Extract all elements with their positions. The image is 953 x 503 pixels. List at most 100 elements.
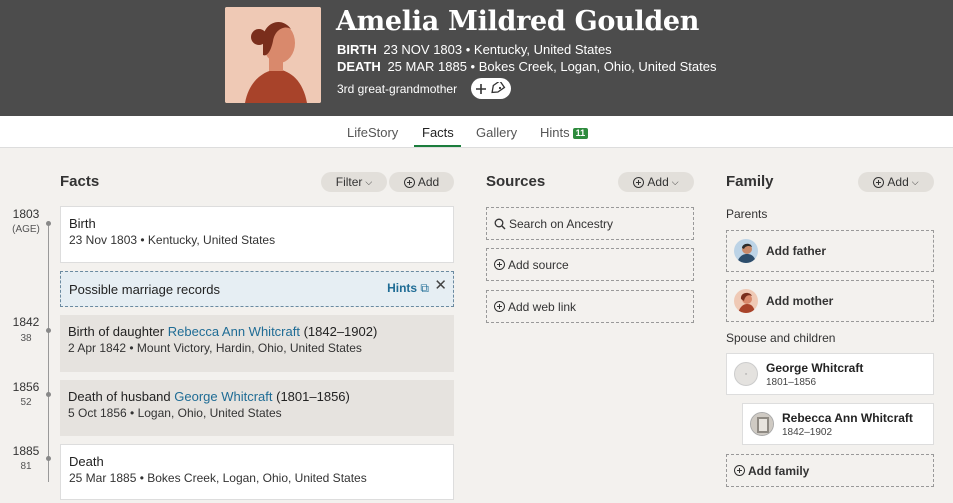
tab-facts[interactable]: Facts [422,125,454,140]
plus-circle-icon [734,465,745,476]
timeline-year: 1803 [12,207,40,221]
add-mother-label: Add mother [766,294,834,308]
active-tab-indicator [414,145,461,147]
timeline-dot [46,456,51,461]
chevron-down-icon: ⌵ [365,176,373,187]
sources-add-button[interactable]: Add ⌵ [618,172,694,192]
death-line: DEATH 25 MAR 1885 • Bokes Creek, Logan, … [337,59,716,74]
birth-value: 23 NOV 1803 • Kentucky, United States [383,42,612,57]
search-icon [494,218,506,229]
facts-add-label: Add [417,175,440,189]
woman-silhouette-icon [225,7,321,103]
add-source-button[interactable]: Add source [486,248,694,281]
fact-birth-of-daughter[interactable]: Birth of daughter Rebecca Ann Whitcraft … [60,315,454,372]
facts-add-button[interactable]: Add [389,172,454,192]
profile-tabs: LifeStory Facts Gallery Hints 11 [0,116,953,148]
fact-detail: 5 Oct 1856 • Logan, Ohio, United States [68,406,282,420]
tab-gallery[interactable]: Gallery [476,125,517,140]
birth-line: BIRTH 23 NOV 1803 • Kentucky, United Sta… [337,42,612,57]
spouse-photo-thumbnail: ▫ [734,362,758,386]
filter-label: Filter [335,175,363,189]
add-web-link-label: Add web link [508,299,577,314]
chevron-down-icon: ⌵ [671,176,679,187]
sources-title: Sources [486,173,546,190]
plus-tag-icon [476,81,506,94]
male-avatar-icon [734,239,758,263]
family-add-label: Add [887,175,909,189]
female-avatar-icon [734,289,758,313]
husband-link[interactable]: George Whitcraft [174,389,272,404]
family-title: Family [726,173,774,190]
plus-circle-icon [873,176,885,188]
spouse-info: George Whitcraft 1801–1856 [766,361,863,388]
fact-title: Birth [69,216,96,231]
fact-title: Birth of daughter Rebecca Ann Whitcraft … [68,324,446,339]
sources-add-label: Add [647,175,669,189]
timeline-age: 52 [20,397,32,408]
add-tag-button[interactable] [471,78,511,99]
fact-death-of-husband[interactable]: Death of husband George Whitcraft (1801–… [60,380,454,436]
plus-circle-icon [494,259,505,270]
add-father-button[interactable]: Add father [726,230,934,272]
plus-circle-icon [633,176,645,188]
fact-title-prefix: Death of husband [68,389,175,404]
leaf-icon: ⧉ [420,281,429,295]
parents-label: Parents [726,207,768,221]
fact-detail: 2 Apr 1842 • Mount Victory, Hardin, Ohio… [68,341,362,355]
add-father-label: Add father [766,244,826,258]
tab-hints[interactable]: Hints 11 [540,125,589,140]
spouse-name: George Whitcraft [766,360,864,375]
child-name: Rebecca Ann Whitcraft [782,410,913,425]
spouse-children-label: Spouse and children [726,331,836,345]
add-family-button[interactable]: Add family [726,454,934,487]
add-source-label: Add source [508,257,569,272]
hint-card[interactable]: Possible marriage records Hints ⧉ ✕ [60,271,454,307]
fact-birth[interactable]: Birth 23 Nov 1803 • Kentucky, United Sta… [60,206,454,263]
timeline-age: 81 [20,461,32,472]
add-mother-button[interactable]: Add mother [726,280,934,322]
fact-title: Death [69,454,104,469]
timeline-dot [46,221,51,226]
spouse-years: 1801–1856 [766,376,817,388]
relationship-label: 3rd great-grandmother [337,82,458,96]
spouse-card[interactable]: ▫ George Whitcraft 1801–1856 [726,353,934,395]
fact-title-suffix: (1842–1902) [299,324,378,339]
child-card[interactable]: Rebecca Ann Whitcraft 1842–1902 [742,403,934,445]
timeline-year: 1842 [12,315,40,329]
timeline-dot [46,392,51,397]
timeline [48,222,49,482]
close-icon[interactable]: ✕ [434,276,447,294]
timeline-year: 1885 [12,444,40,458]
child-photo-thumbnail [750,412,774,436]
child-years: 1842–1902 [782,426,833,438]
plus-circle-icon [494,301,505,312]
family-add-button[interactable]: Add ⌵ [858,172,934,192]
person-name: Amelia Mildred Goulden [336,6,700,37]
chevron-down-icon: ⌵ [911,176,919,187]
filter-button[interactable]: Filter ⌵ [321,172,387,192]
fact-title-prefix: Birth of daughter [68,324,168,339]
profile-portrait[interactable] [225,7,321,103]
fact-detail: 25 Mar 1885 • Bokes Creek, Logan, Ohio, … [69,471,367,485]
fact-detail: 23 Nov 1803 • Kentucky, United States [69,233,276,247]
daughter-link[interactable]: Rebecca Ann Whitcraft [168,324,300,339]
facts-title: Facts [60,173,100,190]
birth-label: BIRTH [337,42,377,57]
add-family-label: Add family [748,463,810,478]
fact-title-suffix: (1801–1856) [272,389,350,404]
hint-text: Possible marriage records [69,282,221,297]
tab-lifestory[interactable]: LifeStory [347,125,398,140]
fact-death[interactable]: Death 25 Mar 1885 • Bokes Creek, Logan, … [60,444,454,500]
timeline-year: 1856 [12,380,40,394]
timeline-dot [46,328,51,333]
plus-circle-icon [403,176,415,188]
child-info: Rebecca Ann Whitcraft 1842–1902 [782,411,913,438]
add-web-link-button[interactable]: Add web link [486,290,694,323]
hints-link-label: Hints [387,281,418,295]
hints-link[interactable]: Hints ⧉ [387,281,429,296]
hints-count-badge: 11 [572,128,589,139]
person-header: Amelia Mildred Goulden BIRTH 23 NOV 1803… [0,0,953,116]
search-on-ancestry-button[interactable]: Search on Ancestry [486,207,694,240]
death-value: 25 MAR 1885 • Bokes Creek, Logan, Ohio, … [387,59,717,74]
tab-hints-label: Hints [540,125,570,140]
